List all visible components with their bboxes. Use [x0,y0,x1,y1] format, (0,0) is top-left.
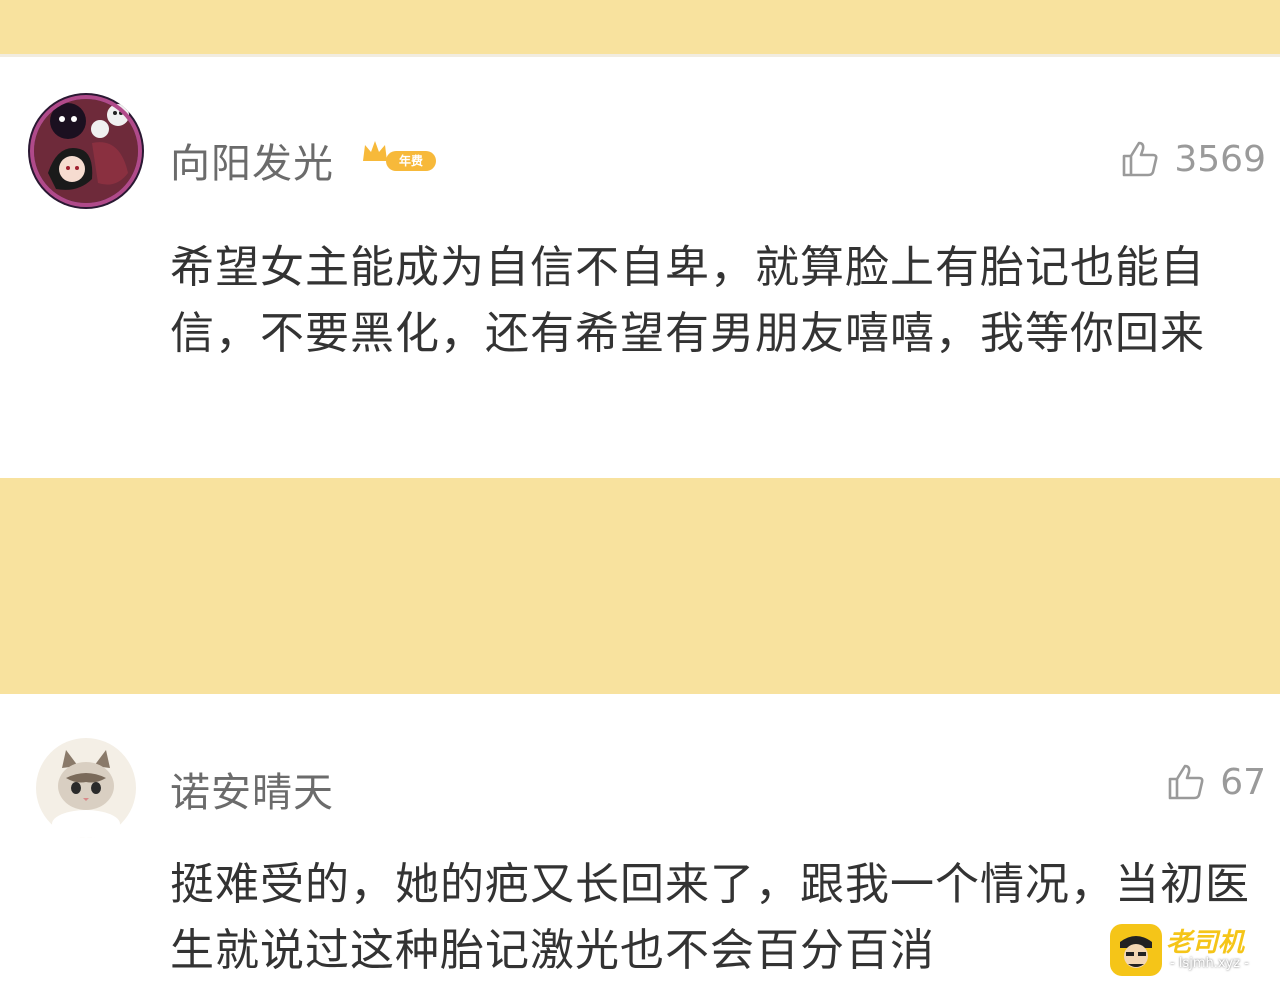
comment-text: 挺难受的，她的疤又长回来了，跟我一个情况，当初医生就说过这种胎记激光也不会百分百… [170,859,1250,976]
like-count: 67 [1220,761,1266,803]
comment-item: 诺安晴天 67 挺难受的，她的疤又长回来了，跟我一个情况，当初医生就说过这种胎记… [0,694,1280,1000]
watermark-logo [1110,924,1162,976]
ad-banner [0,478,1280,694]
top-banner [0,0,1280,57]
watermark-brand: 老司机 [1166,928,1245,958]
driver-face-icon [1120,936,1152,968]
comment-item: 向阳发光 年费 3569 希望女主能成为自信不自卑，就算脸上有胎记也能自信，不要… [0,57,1280,478]
like-button[interactable]: 67 [1166,758,1266,806]
username[interactable]: 向阳发光 [170,131,334,189]
vip-badge: 年费 [360,135,440,175]
avatar[interactable] [28,730,144,846]
comment-text: 希望女主能成为自信不自卑，就算脸上有胎记也能自信，不要黑化，还有希望有男朋友嘻嘻… [170,242,1205,359]
thumbs-up-icon [1123,141,1158,177]
vip-badge-label: 年费 [386,151,436,171]
username[interactable]: 诺安晴天 [170,760,334,818]
watermark: 老司机 - lsjmh.xyz - [1110,920,1270,980]
thumbs-up-icon [1168,764,1204,800]
watermark-domain: - lsjmh.xyz - [1170,956,1249,971]
avatar[interactable] [28,93,144,209]
like-count: 3569 [1174,138,1266,180]
like-button[interactable]: 3569 [1120,135,1266,183]
